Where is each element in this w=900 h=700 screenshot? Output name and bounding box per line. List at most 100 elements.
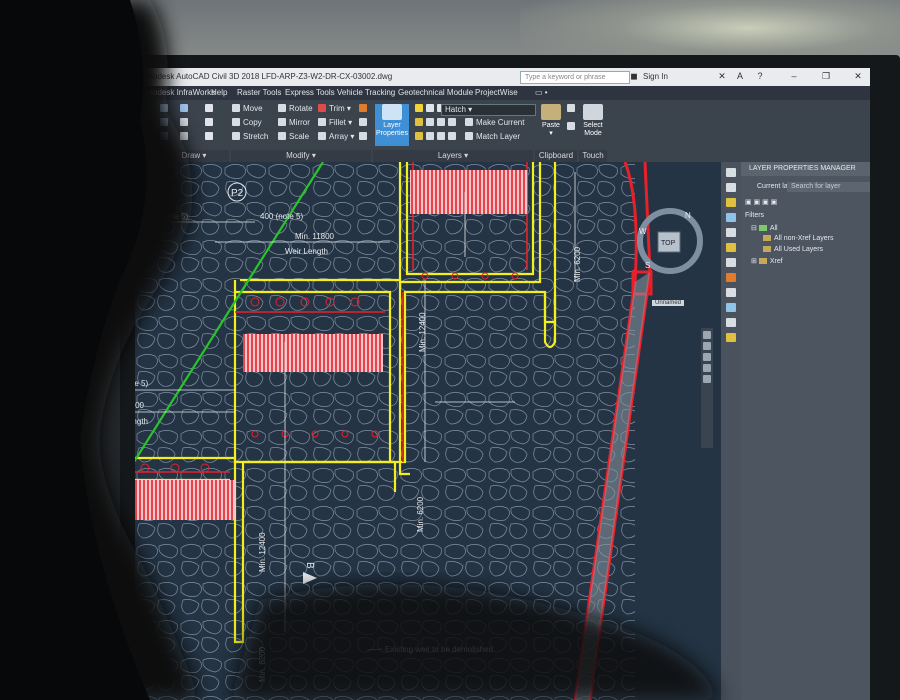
- panel-label-draw[interactable]: Draw ▾: [159, 150, 229, 162]
- panel-label-clipboard[interactable]: Clipboard: [535, 150, 577, 162]
- tree-item-used-layers[interactable]: All Used Layers: [763, 246, 823, 253]
- layer-search-input[interactable]: Search for layer: [787, 182, 870, 192]
- orbit-icon[interactable]: [703, 364, 711, 372]
- hatch-section-bottom[interactable]: [135, 480, 235, 520]
- tab-help[interactable]: Help: [211, 88, 227, 97]
- autodesk-app-icon[interactable]: A: [733, 70, 747, 83]
- match-layer-button[interactable]: Match Layer: [465, 132, 520, 141]
- min-12400-a: Min. 12400: [418, 312, 427, 352]
- hatch-section-middle[interactable]: [243, 334, 383, 372]
- tab-vehicle-tracking[interactable]: Vehicle Tracking: [337, 88, 395, 97]
- select-mode-button[interactable]: Select Mode: [580, 104, 606, 146]
- tab-infraworks[interactable]: Autodesk InfraWorks: [141, 88, 215, 97]
- ucs-unnamed-label[interactable]: Unnamed: [652, 300, 685, 306]
- layer-tool-icons-row2[interactable]: [415, 132, 459, 141]
- current-layer-dropdown[interactable]: Hatch ▾: [441, 104, 536, 116]
- layer-tool-icon-4[interactable]: [726, 243, 736, 252]
- mirror-button[interactable]: Mirror: [278, 118, 310, 127]
- circle-icon[interactable]: [205, 104, 216, 113]
- compass-n: N: [685, 211, 691, 220]
- min-6200-a: Min. 6200: [573, 246, 582, 282]
- palette-close-icon[interactable]: [726, 168, 736, 177]
- navigation-bar[interactable]: [701, 328, 713, 448]
- exchange-icon[interactable]: ✕: [715, 70, 729, 83]
- panel-label-views[interactable]: iews: [135, 150, 157, 162]
- copy-clip-icon[interactable]: [567, 122, 578, 131]
- tab-raster-tools[interactable]: Raster Tools: [237, 88, 281, 97]
- tab-express-tools[interactable]: Express Tools: [285, 88, 335, 97]
- restore-icon[interactable]: ❐: [819, 70, 833, 83]
- user-icon[interactable]: ◼: [627, 70, 641, 83]
- array-button[interactable]: Array ▾: [318, 132, 354, 141]
- trim-button[interactable]: Trim ▾: [318, 104, 351, 113]
- autocad-window: Autodesk AutoCAD Civil 3D 2018 LFD-ARP-Z…: [135, 68, 870, 700]
- move-button[interactable]: Move: [232, 104, 263, 113]
- region-icon[interactable]: [205, 132, 216, 141]
- ribbon-options-icon[interactable]: ▭ •: [535, 88, 548, 97]
- layer-tool-icon-1[interactable]: [726, 198, 736, 207]
- make-current-button[interactable]: Make Current: [465, 118, 524, 127]
- rotate-button[interactable]: Rotate: [278, 104, 313, 113]
- arc-icon[interactable]: [160, 118, 171, 127]
- layer-tool-icon-6[interactable]: [726, 273, 736, 282]
- minimize-icon[interactable]: –: [787, 70, 801, 83]
- tab-geotechnical-module[interactable]: Geotechnical Module: [398, 88, 473, 97]
- close-icon[interactable]: ✕: [851, 70, 865, 83]
- layer-tool-icon-7[interactable]: [726, 288, 736, 297]
- viewcube-top-label: TOP: [661, 240, 676, 247]
- layer-tool-icon-2[interactable]: [726, 213, 736, 222]
- layer-toolbar-icons[interactable]: ▣ ▣ ▣ ▣: [745, 198, 777, 206]
- cursor-icon: [583, 104, 603, 120]
- tree-item-xref[interactable]: ⊞ Xref: [751, 257, 783, 265]
- explode-icon[interactable]: [359, 118, 370, 127]
- showmotion-icon[interactable]: [703, 375, 711, 383]
- paste-button[interactable]: Paste ▾: [537, 104, 565, 146]
- search-input[interactable]: Type a keyword or phrase: [520, 71, 630, 84]
- cut-icon[interactable]: [567, 104, 578, 113]
- menu-bar: Autodesk InfraWorks Help Raster Tools Ex…: [135, 86, 870, 100]
- layer-tool-icon-9[interactable]: [726, 318, 736, 327]
- layer-properties-button[interactable]: Layer Properties: [375, 104, 409, 146]
- panel-label-layers[interactable]: Layers ▾: [373, 150, 533, 162]
- note-400-c: 400 (note 5): [135, 379, 148, 388]
- compass-w: W: [639, 227, 647, 236]
- steering-wheel-icon[interactable]: [703, 331, 711, 339]
- polyline-icon[interactable]: [180, 104, 191, 113]
- zoom-icon[interactable]: [703, 353, 711, 361]
- weir-length-b: Weir Length: [135, 417, 148, 426]
- layer-tool-icons-row1[interactable]: [415, 118, 459, 127]
- panel-label-modify[interactable]: Modify ▾: [231, 150, 371, 162]
- copy-button[interactable]: Copy: [232, 118, 262, 127]
- line-icon[interactable]: [160, 104, 171, 113]
- stretch-button[interactable]: Stretch: [232, 132, 268, 141]
- spline-icon[interactable]: [180, 132, 191, 141]
- compass-s: S: [645, 261, 650, 270]
- sign-in-button[interactable]: Sign In: [643, 70, 668, 83]
- tab-projectwise[interactable]: ProjectWise: [475, 88, 518, 97]
- help-icon[interactable]: ?: [753, 70, 767, 83]
- layer-tool-icon-5[interactable]: [726, 258, 736, 267]
- erase-icon[interactable]: [359, 104, 370, 113]
- hatch-section-top[interactable]: [410, 170, 528, 214]
- viewcube[interactable]: TOP W N S: [625, 196, 705, 291]
- min-6200-c: Min. 6200: [258, 646, 267, 682]
- title-bar: Autodesk AutoCAD Civil 3D 2018 LFD-ARP-Z…: [135, 68, 870, 86]
- pan-icon[interactable]: [703, 342, 711, 350]
- offset-icon[interactable]: [359, 132, 370, 141]
- min-11800-a: Min. 11800: [295, 232, 335, 241]
- hatch-draw-icon[interactable]: [205, 118, 216, 127]
- layer-manager-header: LAYER PROPERTIES MANAGER: [741, 162, 870, 176]
- layer-tool-icon-8[interactable]: [726, 303, 736, 312]
- rectangle-icon[interactable]: [180, 118, 191, 127]
- tree-item-non-xref[interactable]: All non-Xref Layers: [763, 235, 834, 242]
- palette-settings-icon[interactable]: [726, 183, 736, 192]
- tree-item-all[interactable]: ⊟ All: [751, 224, 778, 232]
- clipboard-icon: [541, 104, 561, 120]
- layer-tool-icon-3[interactable]: [726, 228, 736, 237]
- panel-label-touch[interactable]: Touch: [579, 150, 607, 162]
- layer-tool-icon-10[interactable]: [726, 333, 736, 342]
- scale-button[interactable]: Scale: [278, 132, 309, 141]
- weir-length-a: Weir Length: [285, 247, 328, 256]
- ellipse-icon[interactable]: [160, 132, 171, 141]
- fillet-button[interactable]: Fillet ▾: [318, 118, 352, 127]
